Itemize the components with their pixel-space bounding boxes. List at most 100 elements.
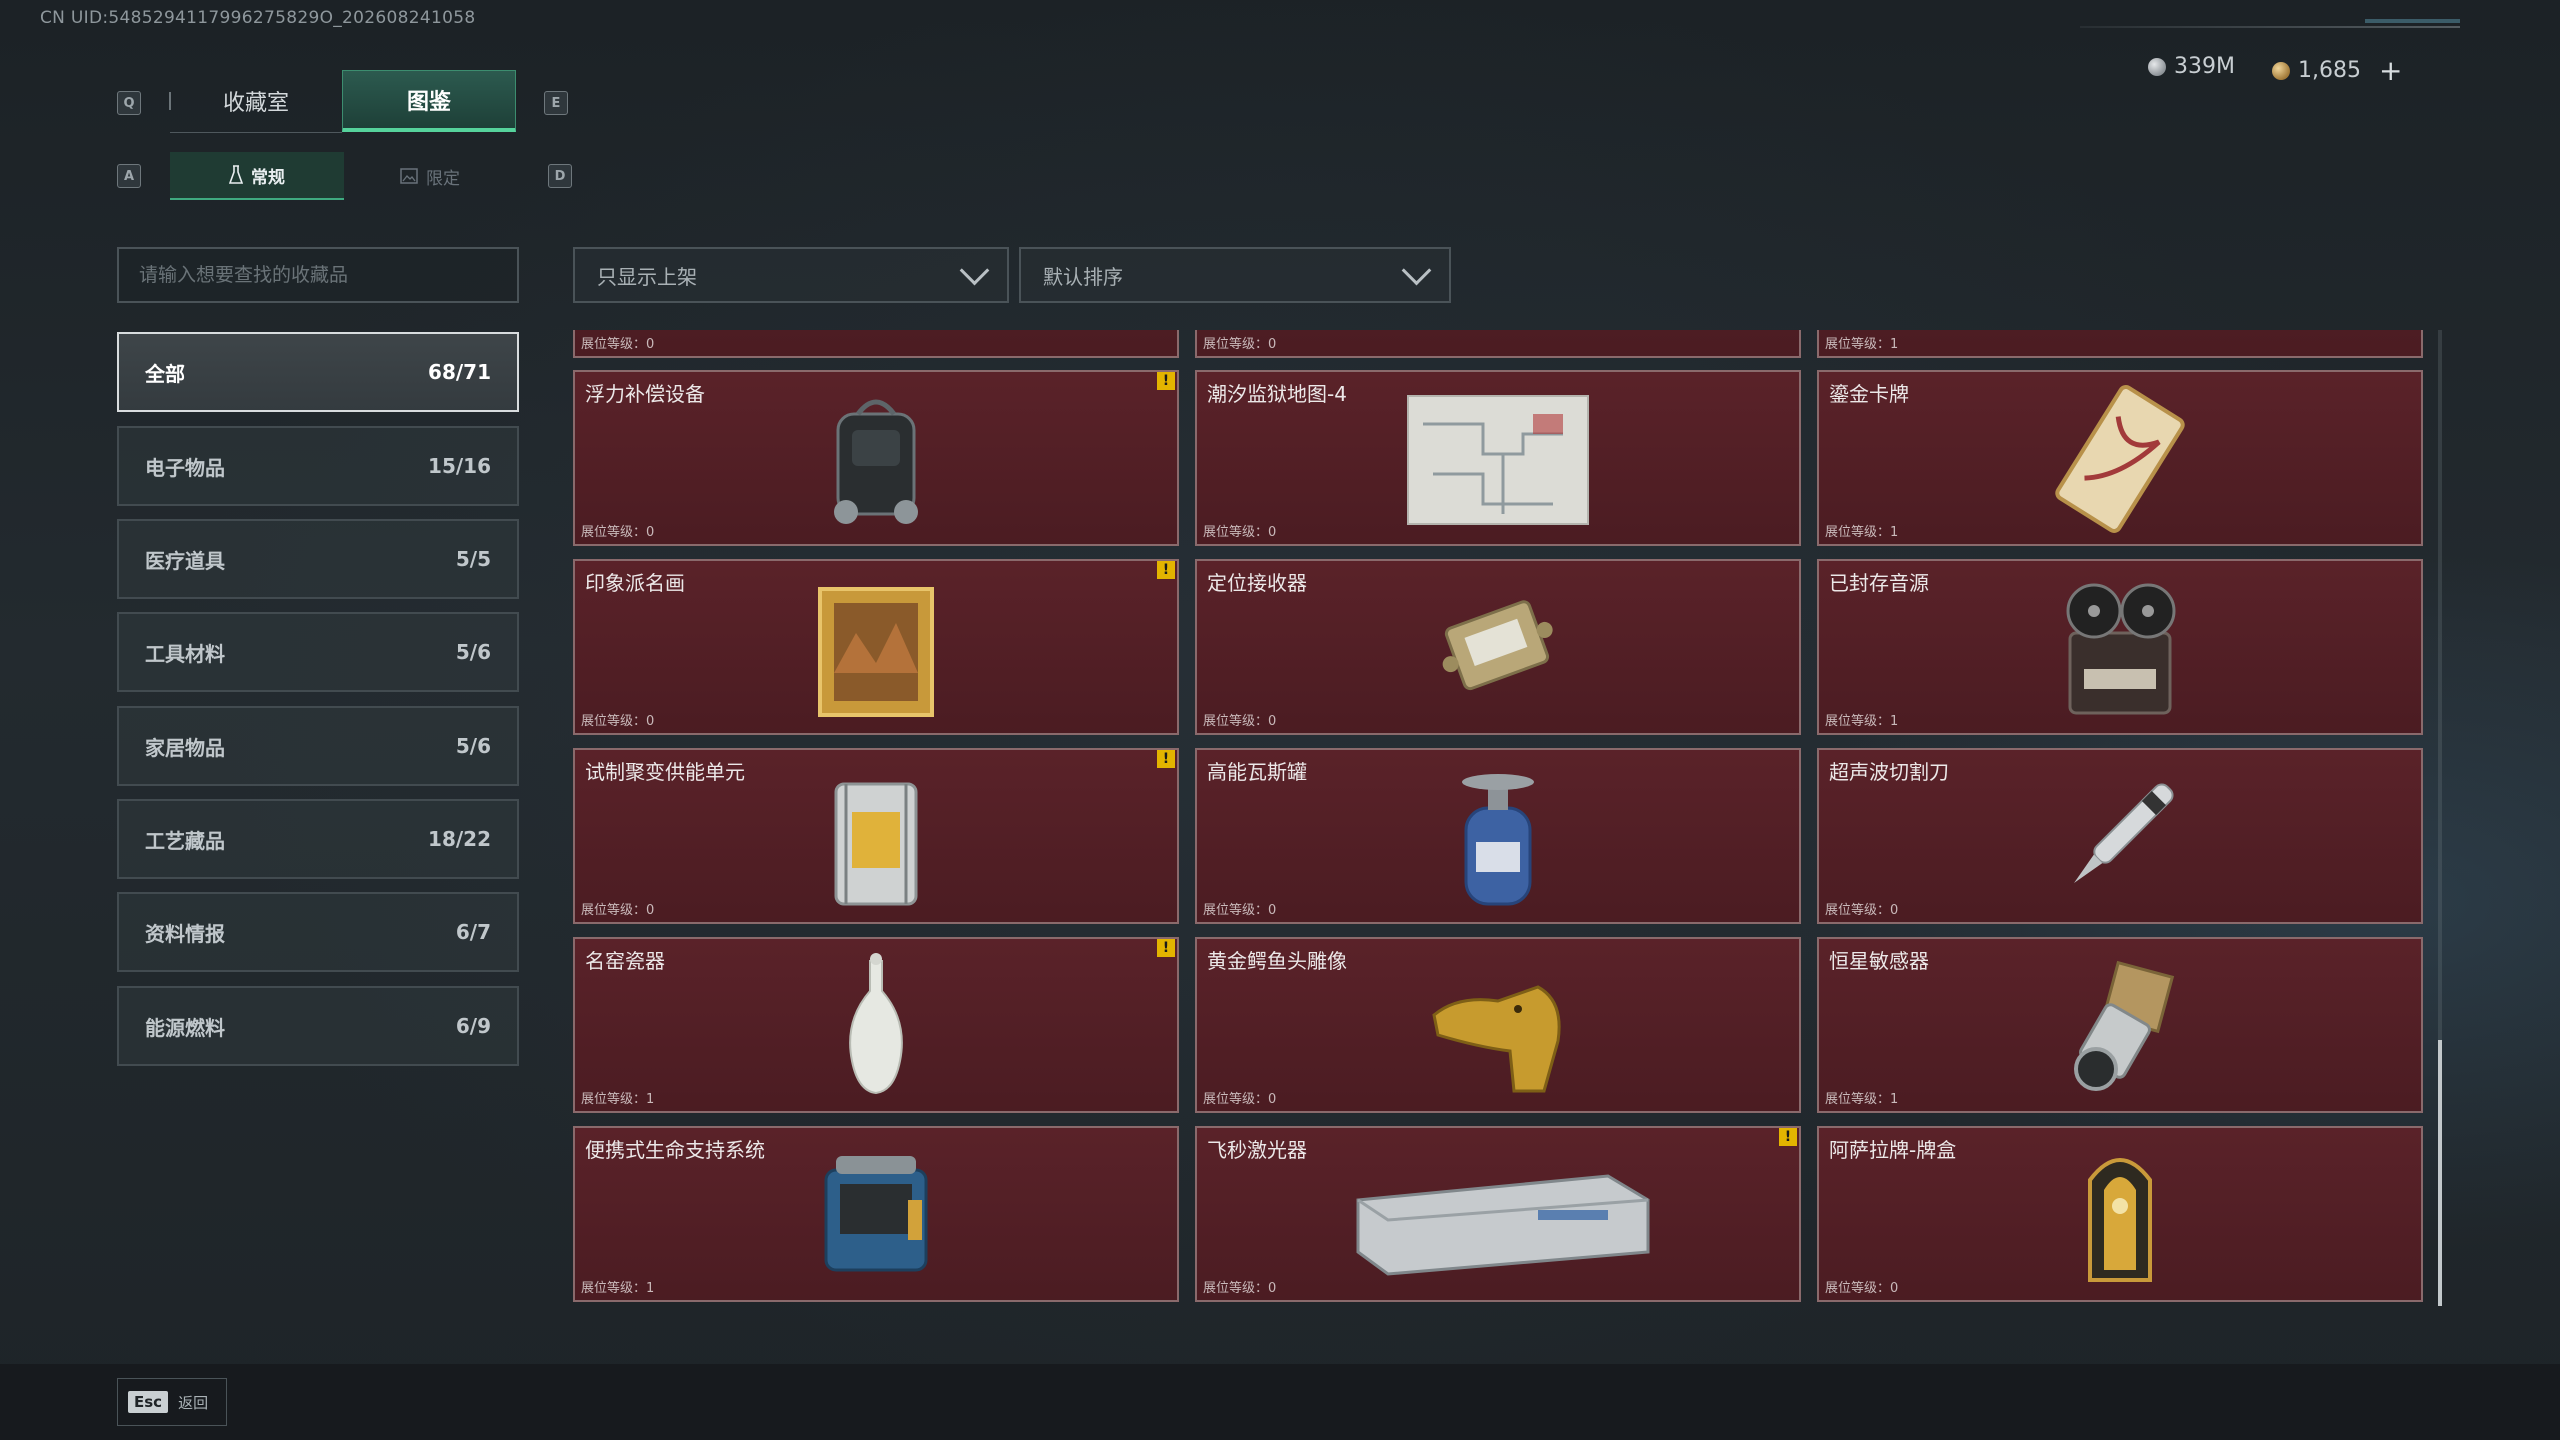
category-crafts[interactable]: 工艺藏品 18/22 [117,799,519,879]
item-card[interactable]: 飞秒激光器 ! 展位等级：0 [1195,1126,1801,1302]
subtab-regular-label: 常规 [251,167,285,188]
item-card[interactable]: 试制聚变供能单元 ! 展位等级：0 [573,748,1179,924]
category-electronics[interactable]: 电子物品 15/16 [117,426,519,506]
display-level: 展位等级：0 [1825,1281,1899,1296]
display-level: 展位等级：0 [581,337,655,352]
display-level: 展位等级：0 [581,714,655,729]
display-level: 展位等级：0 [1203,1281,1277,1296]
item-card[interactable]: 印象派名画 ! 展位等级：0 [573,559,1179,735]
category-medical[interactable]: 医疗道具 5/5 [117,519,519,599]
shelf-filter-value: 只显示上架 [597,264,697,289]
item-card[interactable]: 恒星敏感器 展位等级：1 [1817,937,2423,1113]
grid-scrollbar-thumb[interactable] [2438,1040,2442,1306]
category-label: 工具材料 [145,641,225,666]
item-name: 阿萨拉牌-牌盒 [1829,1138,1957,1162]
bottom-bar [0,1364,2560,1440]
shelf-filter-dropdown[interactable]: 只显示上架 [573,247,1009,303]
top-accent-bar [2365,19,2460,23]
item-name: 恒星敏感器 [1829,949,1929,973]
search-box[interactable] [117,247,519,303]
top-divider [2080,26,2460,28]
item-card[interactable]: 便携式生命支持系统 展位等级：1 [573,1126,1179,1302]
item-card[interactable]: 潮汐监狱地图-4 展位等级：0 [1195,370,1801,546]
item-name: 浮力补偿设备 [585,382,705,406]
key-hint-d: D [548,164,572,188]
sort-value: 默认排序 [1043,264,1123,289]
category-energy[interactable]: 能源燃料 6/9 [117,986,519,1066]
back-button[interactable]: Esc 返回 [117,1378,227,1426]
item-name: 已封存音源 [1829,571,1929,595]
item-card[interactable]: 已封存音源 展位等级：1 [1817,559,2423,735]
image-icon [400,168,418,184]
search-input[interactable] [119,249,517,301]
item-name: 名窑瓷器 [585,949,665,973]
display-level: 展位等级：0 [581,903,655,918]
gold-currency[interactable]: 1,685 + [2272,54,2402,87]
prison-map-icon [1407,395,1589,525]
category-intel[interactable]: 资料情报 6/7 [117,892,519,972]
item-card[interactable]: 鎏金卡牌 展位等级：1 [1817,370,2423,546]
warning-icon: ! [1157,939,1175,957]
gold-currency-value: 1,685 [2298,58,2361,83]
category-label: 家居物品 [145,735,225,760]
silver-currency: 339M [2148,54,2235,79]
item-card[interactable]: 阿萨拉牌-牌盒 展位等级：0 [1817,1126,2423,1302]
item-card[interactable]: 超声波切割刀 展位等级：0 [1817,748,2423,924]
category-household[interactable]: 家居物品 5/6 [117,706,519,786]
category-count: 6/7 [455,920,491,944]
add-currency-button[interactable]: + [2379,54,2402,87]
item-card[interactable]: 名窑瓷器 ! 展位等级：1 [573,937,1179,1113]
item-card-partial[interactable]: 展位等级：0 [573,330,1179,358]
gold-coin-icon [2272,61,2290,80]
display-level: 展位等级：1 [1825,1092,1899,1107]
item-card[interactable]: 黄金鳄鱼头雕像 展位等级：0 [1195,937,1801,1113]
category-all[interactable]: 全部 68/71 [117,332,519,412]
category-label: 电子物品 [145,455,225,480]
locator-receiver-icon [1442,600,1553,691]
ultrasonic-cutter-icon [2074,783,2174,883]
fusion-unit-icon [834,782,918,906]
star-sensor-icon [2074,960,2175,1091]
category-label: 医疗道具 [145,548,225,573]
item-name: 鎏金卡牌 [1829,382,1909,406]
warning-icon: ! [1157,750,1175,768]
category-count: 5/6 [455,640,491,664]
item-name: 潮汐监狱地图-4 [1207,382,1347,406]
item-name: 定位接收器 [1207,571,1307,595]
item-card[interactable]: 浮力补偿设备 ! 展位等级：0 [573,370,1179,546]
display-level: 展位等级：1 [1825,714,1899,729]
display-level: 展位等级：0 [581,525,655,540]
gas-canister-icon [1462,774,1534,906]
item-card-partial[interactable]: 展位等级：0 [1195,330,1801,358]
category-count: 68/71 [428,360,491,384]
display-level: 展位等级：0 [1203,337,1277,352]
item-name: 高能瓦斯罐 [1207,760,1307,784]
category-tools[interactable]: 工具材料 5/6 [117,612,519,692]
life-support-icon [824,1156,928,1272]
tab-codex[interactable]: 图鉴 [342,70,516,132]
chevron-down-icon [1401,255,1432,285]
sort-dropdown[interactable]: 默认排序 [1019,247,1451,303]
display-level: 展位等级：1 [581,1092,655,1107]
item-card[interactable]: 定位接收器 展位等级：0 [1195,559,1801,735]
category-count: 15/16 [428,454,491,478]
subtab-limited[interactable]: 限定 [344,152,516,200]
back-label: 返回 [178,1393,209,1412]
tab-collection-room[interactable]: 收藏室 [170,70,342,133]
silver-coin-icon [2148,57,2166,76]
silver-currency-value: 339M [2174,54,2235,79]
display-level: 展位等级：0 [1203,714,1277,729]
subtab-regular[interactable]: 常规 [170,152,344,200]
gold-crocodile-icon [1432,985,1561,1093]
key-hint-q: Q [117,91,141,115]
item-name: 超声波切割刀 [1829,760,1949,784]
category-label: 全部 [145,361,185,386]
collection-grid: 展位等级：0 展位等级：0 展位等级：1 浮力补偿设备 ! 展位等级：0 潮汐监… [573,330,2425,1306]
femtosecond-laser-icon [1356,1174,1650,1276]
flask-icon [229,165,243,184]
tab-separator [169,92,171,110]
item-card[interactable]: 高能瓦斯罐 展位等级：0 [1195,748,1801,924]
key-hint-a: A [117,164,141,188]
warning-icon: ! [1779,1128,1797,1146]
item-card-partial[interactable]: 展位等级：1 [1817,330,2423,358]
